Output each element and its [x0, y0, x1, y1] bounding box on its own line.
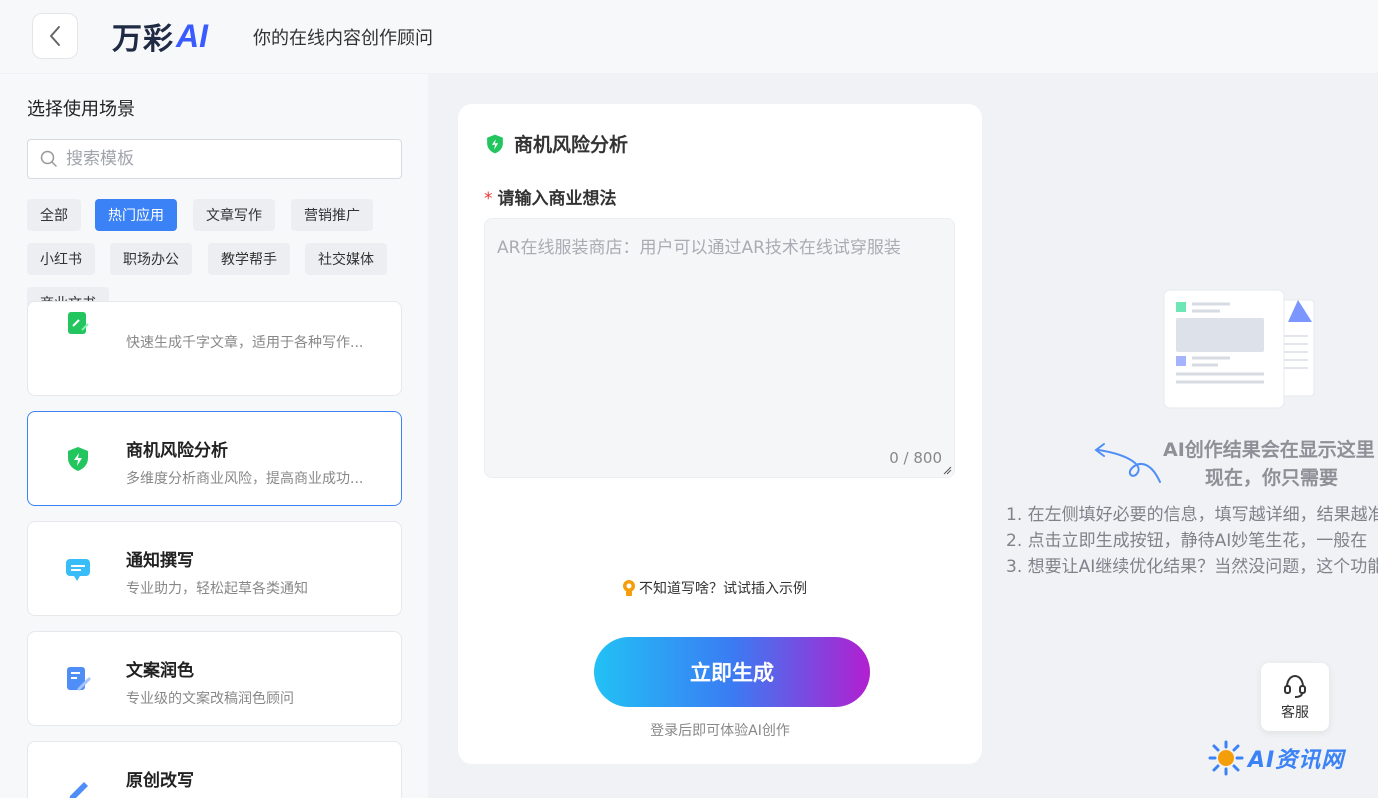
card-title: 商机风险分析	[126, 441, 228, 461]
shield-icon	[487, 134, 503, 153]
card-title: 通知撰写	[126, 551, 194, 571]
card-desc: 专业助力，轻松起草各类通知	[126, 581, 308, 597]
search-icon	[40, 150, 57, 167]
scene-card-polish[interactable]: 文案润色 专业级的文案改稿润色顾问	[27, 631, 402, 726]
sun-logo-icon	[1208, 740, 1244, 776]
result-title-line1: AI创作结果会在显示这里	[1163, 439, 1375, 461]
search-input[interactable]	[66, 149, 366, 169]
card-desc: 快速生成千字文章，适用于各种写作...	[126, 335, 364, 351]
resize-handle-icon[interactable]	[942, 465, 952, 475]
login-tip: 登录后即可体验AI创作	[650, 723, 790, 739]
logo-text: 万彩	[112, 22, 174, 57]
sidebar-title: 选择使用场景	[27, 99, 135, 120]
customer-service-button[interactable]: 客服	[1261, 663, 1329, 731]
watermark-text: AI资讯网	[1248, 748, 1345, 773]
tag-all[interactable]: 全部	[27, 199, 81, 231]
panel-title: 商机风险分析	[514, 134, 629, 156]
insert-example-link[interactable]: 不知道写啥？试试插入示例	[622, 578, 807, 598]
hint-text: 不知道写啥？试试插入示例	[639, 581, 807, 597]
card-desc: 专业级的文案改稿润色顾问	[126, 691, 294, 707]
input-panel: 商机风险分析 *请输入商业想法 0 / 800 不知道写啥？试试插入示例 立即生…	[458, 104, 982, 764]
business-idea-input[interactable]	[485, 219, 954, 477]
result-placeholder-title: AI创作结果会在显示这里 现在，你只需要	[1163, 436, 1375, 492]
pencil-icon	[69, 782, 88, 798]
empty-result-illustration-icon	[1163, 289, 1315, 409]
app-logo[interactable]: 万彩 AI	[112, 16, 208, 58]
service-label: 客服	[1281, 704, 1309, 721]
pen-document-icon	[67, 667, 91, 691]
shield-icon	[68, 447, 88, 471]
scene-card-risk-analysis[interactable]: 商机风险分析 多维度分析商业风险，提高商业成功...	[27, 411, 402, 506]
step-item: 1. 在左侧填好必要的信息，填写越详细，结果越准	[1006, 505, 1378, 525]
chevron-left-icon	[50, 26, 60, 46]
field-label-text: 请输入商业想法	[497, 189, 617, 209]
result-steps: 1. 在左侧填好必要的信息，填写越详细，结果越准 2. 点击立即生成按钮，静待A…	[1006, 502, 1378, 580]
tag-xiaohongshu[interactable]: 小红书	[27, 243, 95, 275]
tag-hot-apps[interactable]: 热门应用	[95, 199, 177, 231]
generate-button[interactable]: 立即生成	[594, 637, 870, 707]
card-desc: 多维度分析商业风险，提高商业成功...	[126, 471, 364, 487]
search-box[interactable]	[27, 139, 402, 179]
curved-arrow-icon	[1094, 443, 1161, 483]
char-counter: 0 / 800	[889, 449, 942, 467]
chat-bubble-icon	[66, 559, 90, 581]
back-button[interactable]	[32, 13, 78, 59]
step-item: 3. 想要让AI继续优化结果？当然没问题，这个功能	[1006, 557, 1378, 577]
scene-card-notice[interactable]: 通知撰写 专业助力，轻松起草各类通知	[27, 521, 402, 616]
required-mark: *	[484, 189, 493, 209]
top-header: 万彩 AI 你的在线内容创作顾问	[0, 0, 1378, 74]
headset-icon	[1284, 674, 1306, 698]
scene-sidebar: 选择使用场景 全部 热门应用 文章写作 营销推广 小红书 职场办公 教学帮手 社…	[0, 74, 428, 798]
tag-social-media[interactable]: 社交媒体	[305, 243, 387, 275]
document-edit-icon	[68, 312, 89, 334]
result-title-line2: 现在，你只需要	[1205, 467, 1339, 489]
scene-card-rewrite[interactable]: 原创改写	[27, 741, 402, 798]
tag-office[interactable]: 职场办公	[110, 243, 192, 275]
tag-article-writing[interactable]: 文章写作	[193, 199, 275, 231]
field-label: * 请输入商业想法	[484, 184, 617, 209]
watermark: AI资讯网	[1208, 738, 1358, 778]
step-item: 2. 点击立即生成按钮，静待AI妙笔生花，一般在	[1006, 531, 1368, 551]
slogan: 你的在线内容创作顾问	[253, 28, 433, 49]
lightbulb-icon	[623, 580, 635, 596]
panel-header: 商机风险分析	[484, 130, 628, 157]
logo-ai-mark: AI	[176, 17, 208, 54]
card-title: 文案润色	[126, 661, 194, 681]
idea-textarea-wrap: 0 / 800	[484, 218, 955, 478]
scene-card-article[interactable]: 快速生成千字文章，适用于各种写作...	[27, 301, 402, 396]
tag-teaching[interactable]: 教学帮手	[208, 243, 290, 275]
card-title: 原创改写	[126, 771, 194, 791]
tag-marketing[interactable]: 营销推广	[291, 199, 373, 231]
